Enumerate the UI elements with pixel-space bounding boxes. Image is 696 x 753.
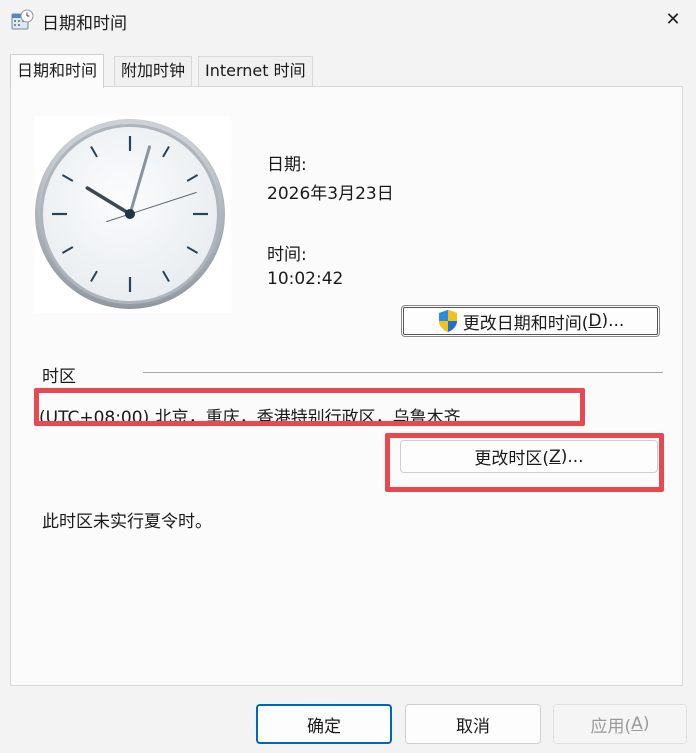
clock-face-icon [35, 119, 225, 309]
window-title: 日期和时间 [42, 14, 127, 34]
date-time-app-icon [11, 9, 34, 30]
uac-shield-icon [438, 310, 457, 332]
title-bar: 日期和时间 ✕ [0, 0, 696, 40]
change-timezone-highlight-box [385, 433, 664, 492]
tab-date-and-time-label: 日期和时间 [17, 61, 98, 80]
apply-button-label: 应用( [590, 716, 632, 737]
timezone-group-label: 时区 [42, 367, 76, 387]
cancel-button-label: 取消 [456, 716, 490, 737]
tab-date-and-time[interactable]: 日期和时间 [10, 54, 105, 88]
time-value: 10:02:42 [267, 269, 344, 289]
ok-button-label: 确定 [307, 716, 341, 737]
tab-additional-clocks-label: 附加时钟 [121, 61, 186, 80]
tab-internet-time[interactable]: Internet 时间 [198, 56, 313, 86]
time-label: 时间: [267, 245, 307, 265]
close-icon: ✕ [665, 8, 681, 30]
date-time-dialog: 日期和时间 ✕ 日期和时间 附加时钟 Internet 时间 日期: 2026年… [0, 0, 696, 753]
ok-button[interactable]: 确定 [256, 704, 392, 744]
date-value: 2026年3月23日 [267, 184, 394, 204]
analog-clock [34, 116, 231, 313]
change-date-time-button[interactable]: 更改日期和时间(D)... [401, 305, 660, 337]
apply-button[interactable]: 应用(A) [553, 704, 687, 744]
apply-button-mnemonic: A [631, 714, 643, 734]
tab-internet-time-label: Internet 时间 [205, 61, 306, 80]
timezone-group-divider [143, 372, 663, 373]
apply-button-suffix: ) [642, 714, 650, 734]
dst-note: 此时区未实行夏令时。 [42, 512, 212, 532]
close-button[interactable]: ✕ [650, 0, 696, 38]
change-date-time-suffix: )... [601, 311, 625, 331]
tab-additional-clocks[interactable]: 附加时钟 [114, 56, 193, 86]
cancel-button[interactable]: 取消 [405, 704, 541, 744]
change-date-time-mnemonic: D [588, 311, 602, 331]
timezone-highlight-box [34, 388, 585, 426]
change-date-time-label: 更改日期和时间( [462, 313, 589, 334]
date-label: 日期: [267, 155, 307, 175]
